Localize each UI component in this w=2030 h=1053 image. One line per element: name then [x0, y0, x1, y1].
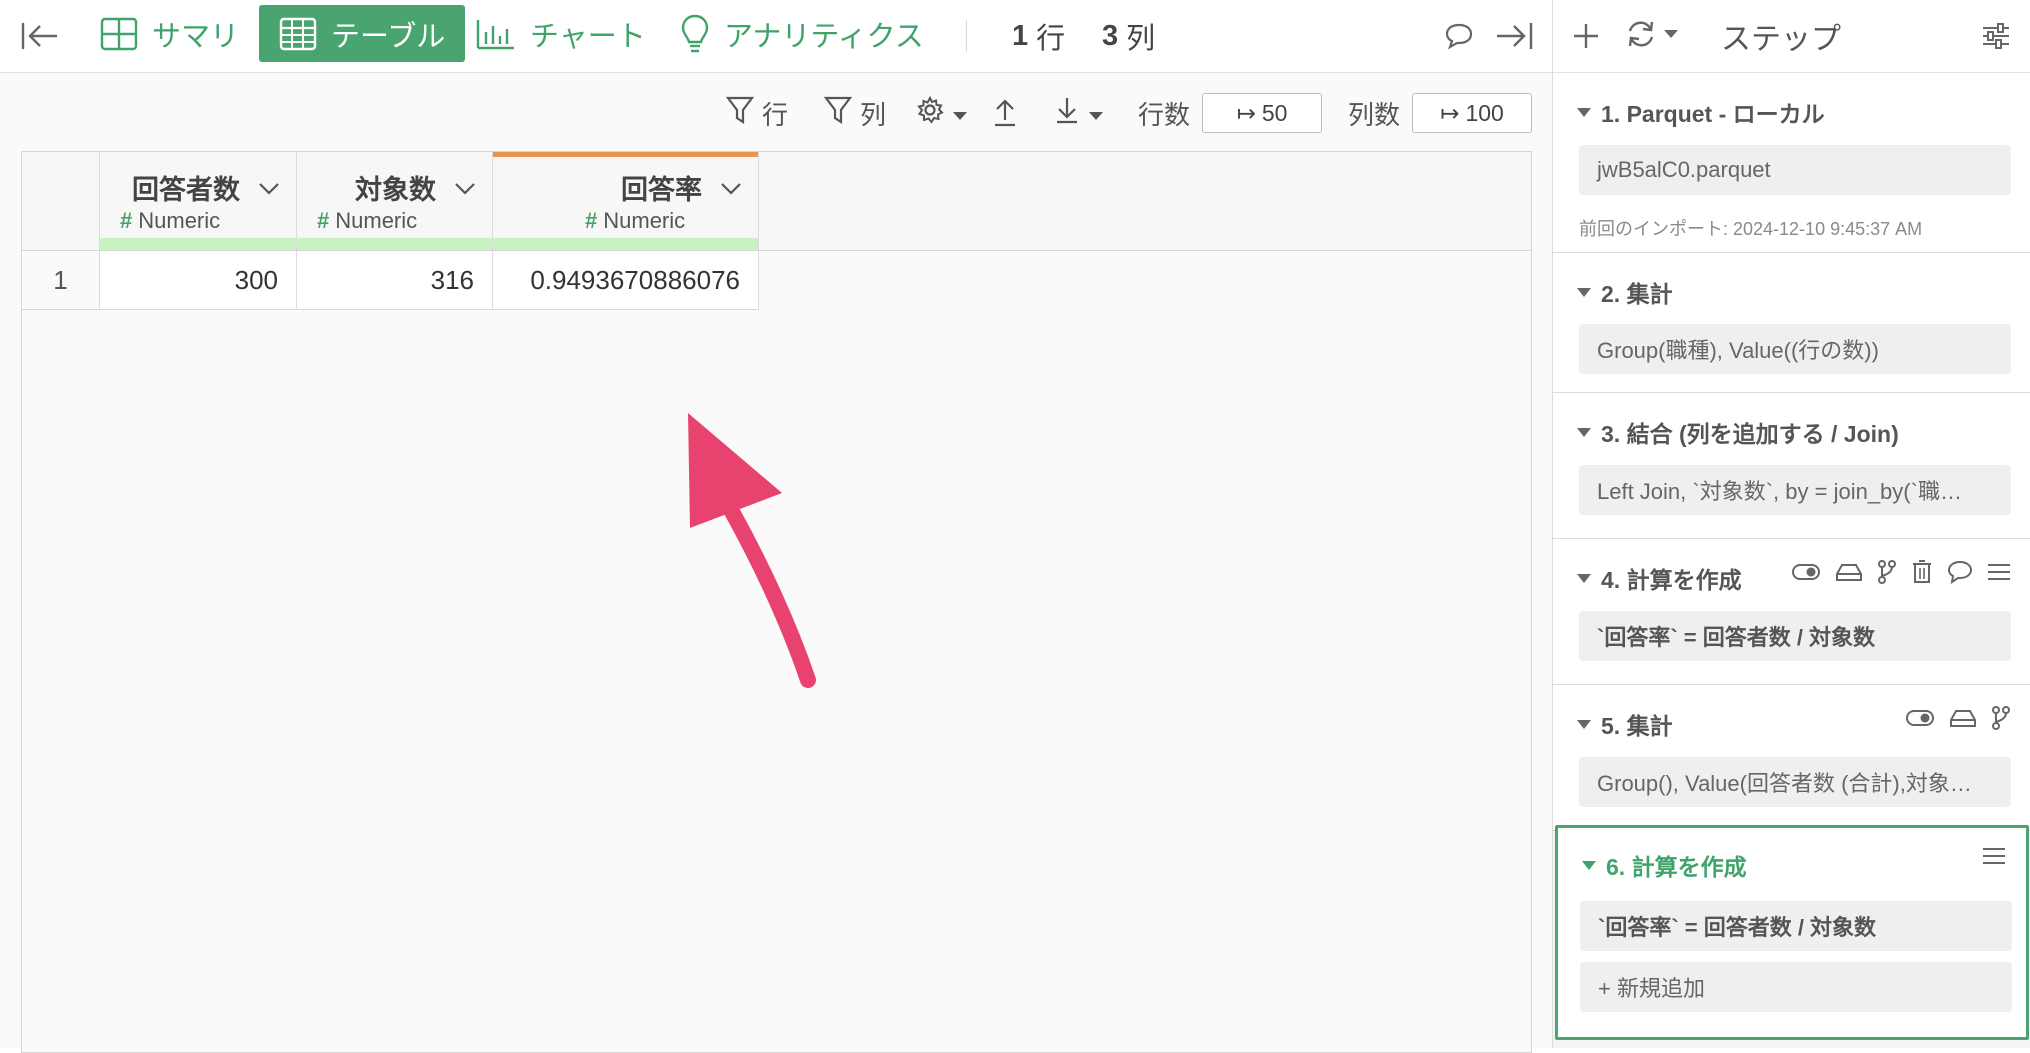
trash-icon[interactable] — [1911, 559, 1933, 590]
step-item-active[interactable]: 6. 計算を作成 `回答率` = 回答者数 / 対象数 + 新規追加 — [1555, 825, 2029, 1040]
step-detail: `回答率` = 回答者数 / 対象数 — [1579, 611, 2011, 661]
tab-label: サマリ — [152, 20, 240, 53]
tab-label: アナリティクス — [724, 20, 924, 53]
step-item[interactable]: 4. 計算を作成 `回答率` = 回答者数 / 対象数 — [1553, 539, 2030, 685]
filter-icon — [823, 95, 853, 132]
gear-icon — [916, 95, 944, 131]
collapse-triangle-icon — [1577, 287, 1591, 297]
row-filter-button[interactable]: 行 — [725, 73, 788, 153]
bar-chart-icon — [476, 18, 516, 50]
step-item[interactable]: 5. 集計 Group(), Value(回答者数 (合計),対象… — [1553, 685, 2030, 831]
numeric-type-icon: # — [317, 208, 330, 233]
numeric-type-icon: # — [120, 208, 133, 233]
row-index: 1 — [22, 251, 100, 310]
rows-limit-input[interactable]: ↦ 50 — [1202, 93, 1322, 133]
refresh-icon — [1625, 19, 1657, 54]
row-count: 1行 — [1012, 19, 1066, 56]
grid-icon — [100, 17, 138, 51]
lightbulb-icon — [680, 14, 710, 54]
comment-icon[interactable] — [1947, 560, 1973, 589]
collapse-triangle-icon — [1582, 860, 1596, 870]
step-detail: Group(職種), Value((行の数)) — [1579, 324, 2011, 374]
chevron-down-icon[interactable] — [454, 182, 476, 201]
steps-panel: ステップ 1. Parquet - ローカル jwB5alC0.parquet … — [1552, 0, 2030, 1048]
chevron-down-icon[interactable] — [720, 182, 742, 201]
jump-to-icon: ↦ — [1236, 99, 1256, 126]
caret-down-icon — [952, 98, 968, 129]
last-import-time: 前回のインポート: 2024-12-10 9:45:37 AM — [1579, 219, 1923, 239]
toolbar-divider — [966, 20, 967, 52]
tab-chart[interactable]: チャート — [456, 5, 666, 62]
table-view: 行 列 行数 ↦ 50 列数 ↦ 100 回答者数 # Numeric 対象数 … — [0, 73, 1552, 1053]
step-item[interactable]: 1. Parquet - ローカル jwB5alC0.parquet 前回のイン… — [1553, 73, 2030, 253]
drive-icon[interactable] — [1949, 708, 1977, 733]
column-quality-bar — [297, 238, 492, 250]
column-quality-bar — [493, 238, 758, 250]
comment-icon[interactable] — [1444, 0, 1474, 72]
toggle-icon[interactable] — [1791, 562, 1821, 587]
collapse-left-icon[interactable] — [20, 0, 60, 72]
cols-label: 列数 — [1348, 99, 1401, 130]
branch-icon[interactable] — [1991, 705, 2011, 736]
jump-to-icon: ↦ — [1440, 99, 1460, 126]
toggle-icon[interactable] — [1905, 708, 1935, 733]
steps-panel-header: ステップ — [1553, 0, 2030, 73]
selected-column-indicator — [493, 152, 758, 157]
caret-down-icon — [1088, 98, 1104, 129]
panel-title: ステップ — [1721, 23, 1841, 56]
collapse-triangle-icon — [1577, 107, 1591, 117]
tab-summary[interactable]: サマリ — [80, 5, 259, 62]
refresh-dropdown[interactable] — [1625, 0, 1679, 72]
drive-icon[interactable] — [1835, 562, 1863, 587]
menu-icon[interactable] — [1982, 846, 2006, 871]
table-cell[interactable]: 316 — [297, 251, 493, 310]
cols-limit-input[interactable]: ↦ 100 — [1412, 93, 1532, 133]
table-cell[interactable]: 0.9493670886076 — [493, 251, 759, 310]
collapse-triangle-icon — [1577, 427, 1591, 437]
chevron-down-icon[interactable] — [258, 182, 280, 201]
caret-down-icon — [1663, 27, 1679, 45]
rows-label: 行数 — [1138, 99, 1191, 130]
step-detail: Left Join, `対象数`, by = join_by(`職… — [1579, 465, 2011, 515]
add-step-icon[interactable] — [1571, 0, 1601, 72]
table-icon — [279, 17, 317, 51]
settings-dropdown[interactable] — [916, 73, 968, 153]
sliders-icon[interactable] — [1981, 0, 2011, 72]
collapse-right-icon[interactable] — [1494, 0, 1534, 72]
upload-icon[interactable] — [992, 73, 1018, 153]
tab-label: チャート — [530, 20, 646, 53]
step-item[interactable]: 2. 集計 Group(職種), Value((行の数)) — [1553, 253, 2030, 393]
download-icon — [1054, 95, 1080, 132]
tab-analytics[interactable]: アナリティクス — [660, 5, 944, 62]
top-toolbar: サマリ テーブル チャート アナリティクス 1行 3列 — [0, 0, 1552, 73]
step-detail: jwB5alC0.parquet — [1579, 145, 2011, 195]
table-header-row: 回答者数 # Numeric 対象数 # Numeric 回答率 # Numeric — [22, 152, 1531, 251]
download-dropdown[interactable] — [1054, 73, 1104, 153]
menu-icon[interactable] — [1987, 562, 2011, 587]
tab-table[interactable]: テーブル — [259, 5, 466, 62]
step-item[interactable]: 3. 結合 (列を追加する / Join) Left Join, `対象数`, … — [1553, 393, 2030, 539]
column-header-selected[interactable]: 回答率 # Numeric — [493, 152, 759, 250]
branch-icon[interactable] — [1877, 559, 1897, 590]
collapse-triangle-icon — [1577, 573, 1591, 583]
column-header[interactable]: 回答者数 # Numeric — [100, 152, 297, 250]
table-cell[interactable]: 300 — [100, 251, 297, 310]
table-sub-toolbar: 行 列 行数 ↦ 50 列数 ↦ 100 — [0, 73, 1552, 153]
step-detail: Group(), Value(回答者数 (合計),対象… — [1579, 757, 2011, 807]
step-detail: `回答率` = 回答者数 / 対象数 — [1580, 901, 2012, 951]
column-count: 3列 — [1102, 19, 1156, 56]
column-filter-button[interactable]: 列 — [823, 73, 886, 153]
column-quality-bar — [100, 238, 296, 250]
row-index-header — [22, 152, 100, 250]
column-header[interactable]: 対象数 # Numeric — [297, 152, 493, 250]
collapse-triangle-icon — [1577, 719, 1591, 729]
filter-icon — [725, 95, 755, 132]
tab-label: テーブル — [331, 20, 446, 53]
annotation-arrow-icon — [670, 398, 820, 703]
add-new-button[interactable]: + 新規追加 — [1580, 962, 2012, 1012]
numeric-type-icon: # — [585, 208, 598, 233]
